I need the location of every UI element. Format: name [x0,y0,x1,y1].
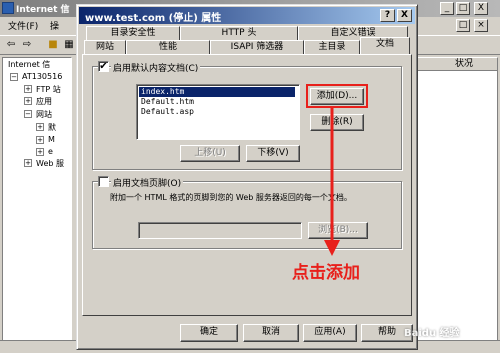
tab-directory-security[interactable]: 目录安全性 [86,26,180,40]
watermark-text: Baidu 经验 [404,328,460,339]
tree-item-site-e[interactable]: e [48,147,53,156]
apply-button[interactable]: 应用(A) [303,324,357,342]
default-documents-list[interactable]: index.htm Default.htm Default.asp [136,84,300,140]
tree-expander[interactable]: + [36,136,44,144]
up-folder-icon[interactable]: ■ [46,38,60,51]
menu-action[interactable]: 操 [50,19,59,32]
footer-path-input[interactable] [138,222,302,239]
move-up-button[interactable]: 上移(U) [180,145,240,162]
view-icon[interactable]: ▦ [62,38,76,51]
annotation-arrow-icon [324,106,340,256]
mdi-close-button[interactable]: × [474,19,488,32]
forward-arrow-icon[interactable]: ⇨ [20,38,34,51]
tab-website[interactable]: 网站 [84,40,126,54]
tree-expander[interactable]: + [24,159,32,167]
tree-expander[interactable]: + [36,148,44,156]
annotation-highlight-box [306,84,368,108]
tab-documents[interactable]: 文档 [360,37,410,54]
enable-footer-label[interactable]: 启用文档页脚(O) [111,176,184,189]
menu-file[interactable]: 文件(F) [8,19,38,32]
back-arrow-icon[interactable]: ⇦ [4,38,18,51]
tree-expander[interactable]: + [24,97,32,105]
mdi-restore-button[interactable]: □ [456,19,470,32]
tree-item-websites[interactable]: 网站 [36,109,52,120]
cancel-button[interactable]: 取消 [243,324,299,342]
bg-window-title: Internet 信 [16,5,70,15]
tree-item-site-m[interactable]: M [48,135,55,144]
list-item[interactable]: index.htm [139,87,295,97]
maximize-button[interactable]: □ [456,2,470,15]
tree-expander[interactable]: − [24,110,32,118]
tree-item-server[interactable]: AT130516 [22,72,62,81]
column-header-status[interactable]: 状况 [412,57,498,71]
list-item[interactable]: Default.htm [139,97,196,107]
ok-button[interactable]: 确定 [180,324,238,342]
tree-item-root[interactable]: Internet 信 [8,59,50,70]
close-button[interactable]: X [474,2,488,15]
enable-default-doc-label[interactable]: 启用默认内容文档(C) [111,61,201,74]
tree-item-web-ext[interactable]: Web 服 [36,158,64,169]
annotation-text: 点击添加 [292,263,360,283]
tree-expander[interactable]: − [10,73,18,81]
tab-isapi-filters[interactable]: ISAPI 筛选器 [210,40,304,54]
list-item[interactable]: Default.asp [139,107,196,117]
close-caption-button[interactable]: X [397,9,412,22]
dialog-title: www.test.com (停止) 属性 [85,13,222,24]
details-pane[interactable] [412,57,498,347]
minimize-button[interactable]: _ [440,2,454,15]
tree-item-ftp[interactable]: FTP 站 [36,84,61,95]
tab-http-headers[interactable]: HTTP 头 [180,26,298,40]
dialog-titlebar[interactable]: www.test.com (停止) 属性 [79,7,415,24]
iis-app-icon [2,2,14,14]
help-caption-button[interactable]: ? [380,9,395,22]
tab-performance[interactable]: 性能 [126,40,210,54]
tree-expander[interactable]: + [36,123,44,131]
enable-footer-checkbox[interactable] [98,176,109,187]
tab-home-directory[interactable]: 主目录 [304,40,360,54]
tree-expander[interactable]: + [24,85,32,93]
move-down-button[interactable]: 下移(V) [246,145,300,162]
enable-default-doc-checkbox[interactable]: ✔ [98,61,109,72]
tree-item-default-site[interactable]: 默 [48,122,56,133]
tree-item-app-pools[interactable]: 应用 [36,96,52,107]
footer-description: 附加一个 HTML 格式的页脚到您的 Web 服务器返回的每一个文档。 [110,193,352,202]
